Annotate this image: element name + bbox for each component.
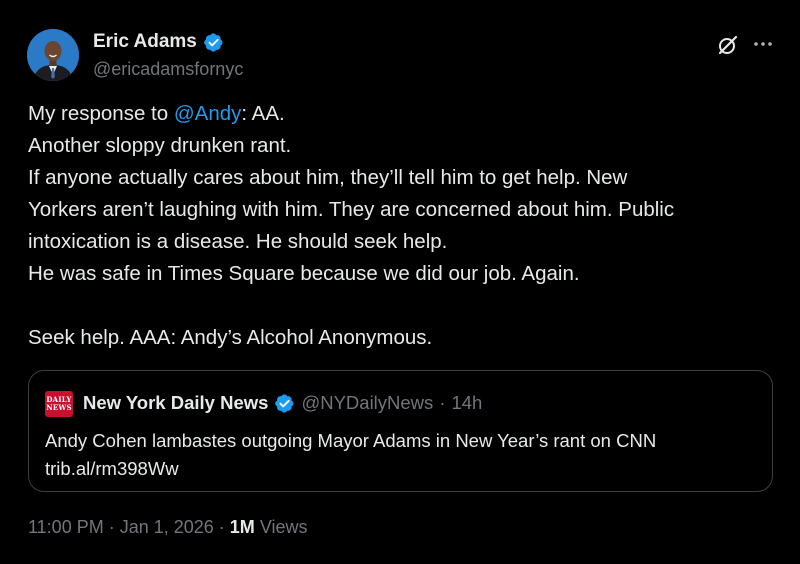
quoted-text-link[interactable]: trib.al/rm398Ww: [45, 455, 656, 483]
tweet: Eric Adams @ericadamsfornyc My response …: [0, 0, 800, 564]
tweet-time[interactable]: 11:00 PM: [28, 517, 104, 537]
quoted-text-line-1: Andy Cohen lambastes outgoing Mayor Adam…: [45, 430, 657, 451]
tweet-line-7: Seek help. AAA: Andy’s Alcohol Anonymous…: [28, 326, 433, 349]
separator-dot: ·: [213, 517, 230, 537]
views-count[interactable]: 1M: [230, 517, 255, 537]
logo-line-2: NEWS: [46, 403, 72, 412]
author-name-text: Eric Adams: [93, 31, 197, 52]
quoted-author-name[interactable]: New York Daily News: [83, 392, 268, 414]
tweet-line-1-prefix: My response to: [28, 102, 174, 125]
views-label: Views: [254, 517, 308, 537]
tweet-line-6: He was safe in Times Square because we d…: [28, 262, 580, 285]
more-icon[interactable]: [752, 34, 774, 54]
separator-dot: ·: [439, 392, 446, 413]
verified-badge-icon: [203, 32, 223, 52]
grok-icon[interactable]: [716, 33, 740, 57]
quoted-tweet-card[interactable]: DAILY NEWS New York Daily News @NYDailyN…: [28, 370, 773, 492]
avatar[interactable]: [27, 29, 79, 81]
tweet-date[interactable]: Jan 1, 2026: [120, 517, 214, 537]
author-name[interactable]: Eric Adams: [93, 31, 224, 53]
tweet-line-5: intoxication is a disease. He should see…: [28, 230, 448, 253]
quoted-tweet-time[interactable]: 14h: [451, 392, 482, 414]
tweet-metadata: 11:00 PM · Jan 1, 2026 · 1M Views: [28, 517, 308, 538]
tweet-line-1: My response to @Andy: AA.: [28, 98, 778, 130]
quoted-tweet-header: New York Daily News @NYDailyNews · 14h: [83, 392, 482, 414]
tweet-line-4: Yorkers aren’t laughing with him. They a…: [28, 198, 675, 221]
tweet-line-1-suffix: : AA.: [241, 102, 285, 125]
daily-news-logo: DAILY NEWS: [45, 391, 73, 417]
mention-link[interactable]: @Andy: [174, 102, 242, 125]
author-handle[interactable]: @ericadamsfornyc: [93, 59, 243, 80]
verified-badge-icon: [275, 393, 294, 413]
avatar-portrait-icon: [27, 29, 79, 81]
tweet-text: My response to @Andy: AA. Another sloppy…: [28, 98, 778, 354]
tweet-line-2: Another sloppy drunken rant.: [28, 134, 292, 157]
quoted-author-handle[interactable]: @NYDailyNews: [301, 392, 433, 414]
quoted-tweet-text: Andy Cohen lambastes outgoing Mayor Adam…: [45, 427, 656, 483]
separator-dot: ·: [103, 517, 120, 537]
tweet-line-3: If anyone actually cares about him, they…: [28, 166, 628, 189]
